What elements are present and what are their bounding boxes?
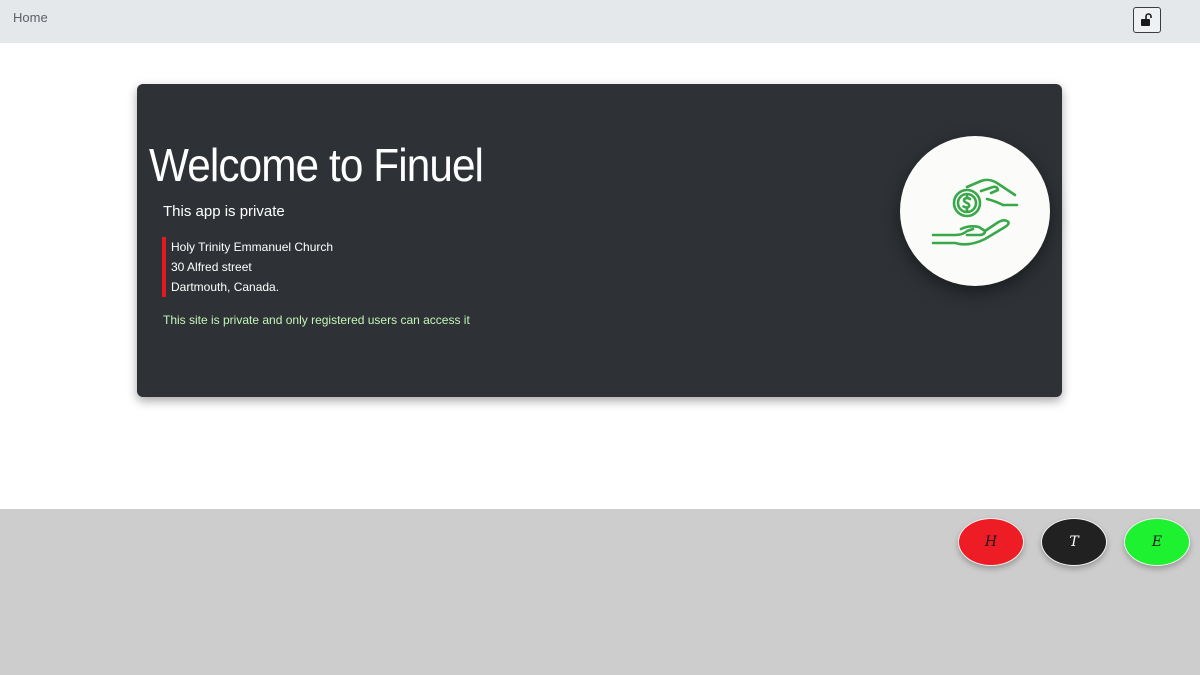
unlock-icon [1141,13,1152,26]
welcome-card: Welcome to Finuel This app is private Ho… [137,84,1062,397]
address-line-street: 30 Alfred street [171,260,252,274]
page-title: Welcome to Finuel [149,139,484,191]
subtitle: This app is private [163,203,285,220]
logo [900,136,1050,286]
main-content: Welcome to Finuel This app is private Ho… [0,43,1200,509]
hand-giving-coin-icon [931,178,1019,246]
private-notice: This site is private and only registered… [163,313,470,327]
lock-button[interactable] [1133,7,1161,33]
address-line-city: Dartmouth, Canada. [171,280,280,294]
h-button[interactable]: H [958,518,1024,566]
e-button[interactable]: E [1124,518,1190,566]
t-button[interactable]: T [1041,518,1107,566]
home-link[interactable]: Home [13,10,48,25]
footer: H T E [0,509,1200,675]
address-block: Holy Trinity Emmanuel Church 30 Alfred s… [162,237,333,297]
address-line-church: Holy Trinity Emmanuel Church [171,240,334,254]
top-navbar: Home [0,0,1200,43]
